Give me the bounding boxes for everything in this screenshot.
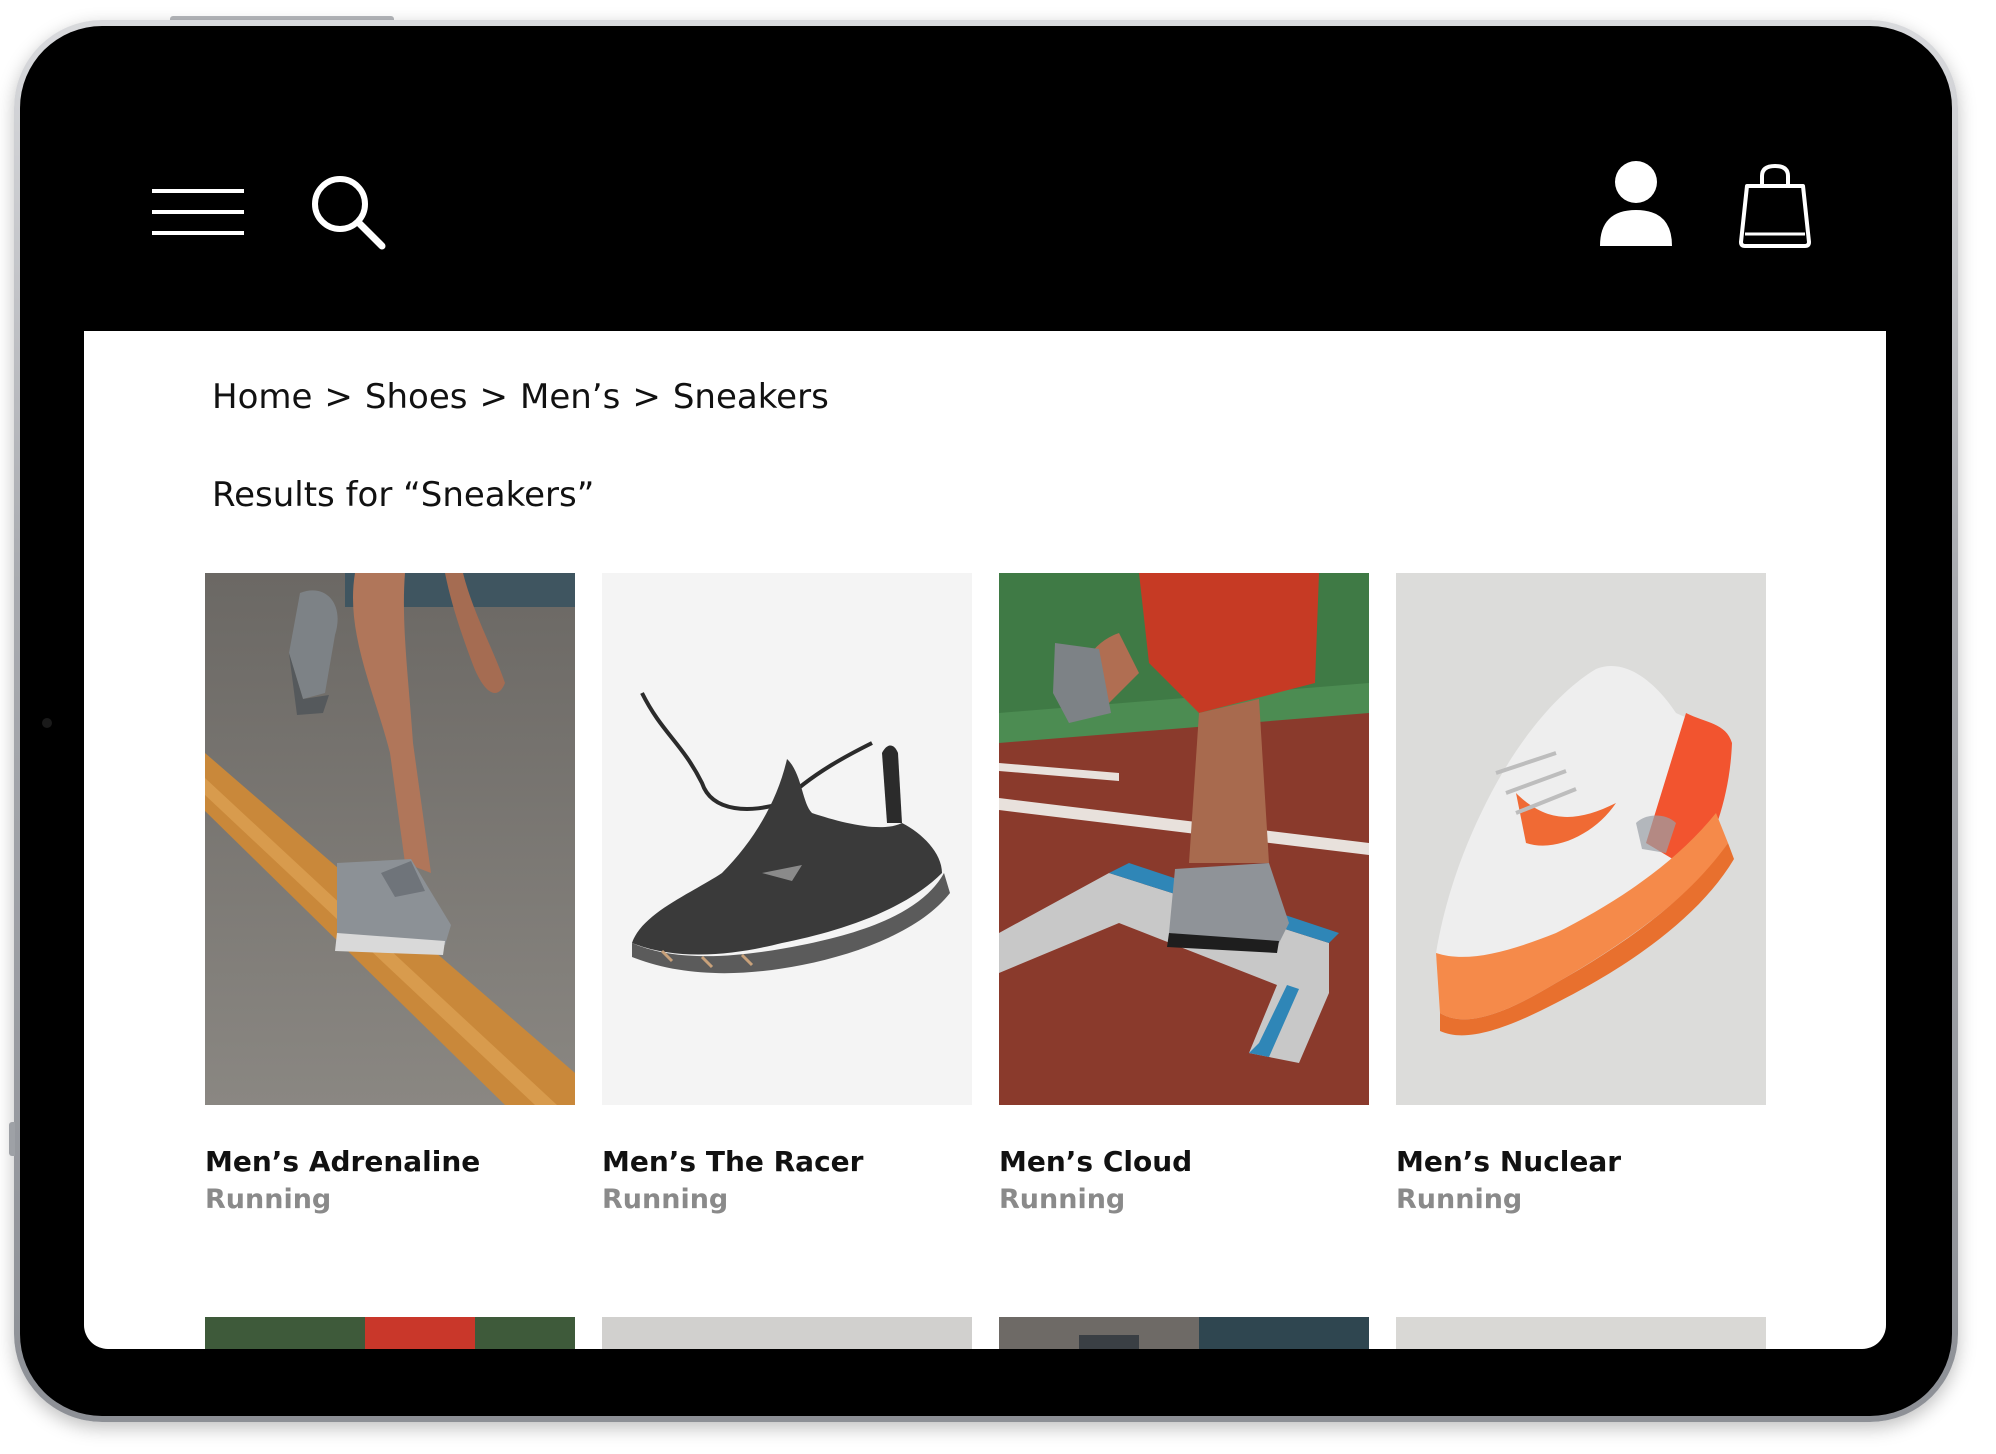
front-camera	[42, 718, 52, 728]
menu-button[interactable]	[150, 182, 246, 242]
product-card-the-racer[interactable]: Men’s The Racer Running	[602, 573, 972, 1215]
product-name[interactable]: Men’s Nuclear	[1396, 1145, 1766, 1178]
breadcrumb-separator: >	[324, 377, 353, 417]
product-category: Running	[205, 1184, 332, 1215]
breadcrumb-separator: >	[479, 377, 508, 417]
product-card-peek[interactable]	[999, 1317, 1369, 1349]
product-image-adrenaline[interactable]	[205, 573, 575, 1105]
results-title: Results for “Sneakers”	[212, 475, 595, 515]
product-category: Running	[602, 1184, 729, 1215]
product-card-peek[interactable]	[1396, 1317, 1766, 1349]
product-card-peek[interactable]	[205, 1317, 575, 1349]
breadcrumb-separator: >	[632, 377, 661, 417]
product-card-cloud[interactable]: Men’s Cloud Running	[999, 573, 1369, 1215]
account-button[interactable]	[1594, 158, 1678, 250]
product-name[interactable]: Men’s Cloud	[999, 1145, 1369, 1178]
product-card-adrenaline[interactable]: Men’s Adrenaline Running	[205, 573, 575, 1215]
product-image-the-racer[interactable]	[602, 573, 972, 1105]
product-category: Running	[1396, 1184, 1523, 1215]
device-side-button	[9, 1122, 15, 1156]
product-image-nuclear[interactable]	[1396, 573, 1766, 1105]
shopping-bag-button[interactable]	[1734, 160, 1816, 252]
search-button[interactable]	[306, 170, 390, 254]
user-account-icon	[1600, 161, 1672, 246]
product-category: Running	[999, 1184, 1126, 1215]
product-card-peek[interactable]	[602, 1317, 972, 1349]
product-card-nuclear[interactable]: Men’s Nuclear Running	[1396, 573, 1766, 1215]
product-name[interactable]: Men’s Adrenaline	[205, 1145, 575, 1178]
hamburger-menu-icon	[152, 189, 244, 235]
breadcrumb-mens[interactable]: Men’s	[520, 377, 620, 417]
product-name[interactable]: Men’s The Racer	[602, 1145, 972, 1178]
breadcrumb-sneakers[interactable]: Sneakers	[673, 377, 829, 417]
breadcrumb: Home > Shoes > Men’s > Sneakers	[212, 377, 829, 417]
product-image-cloud[interactable]	[999, 573, 1369, 1105]
search-icon	[312, 176, 386, 250]
breadcrumb-shoes[interactable]: Shoes	[365, 377, 468, 417]
content-screen: Home > Shoes > Men’s > Sneakers Results for “S…	[84, 331, 1886, 1349]
shopping-bag-icon	[1739, 163, 1811, 248]
breadcrumb-home[interactable]: Home	[212, 377, 312, 417]
